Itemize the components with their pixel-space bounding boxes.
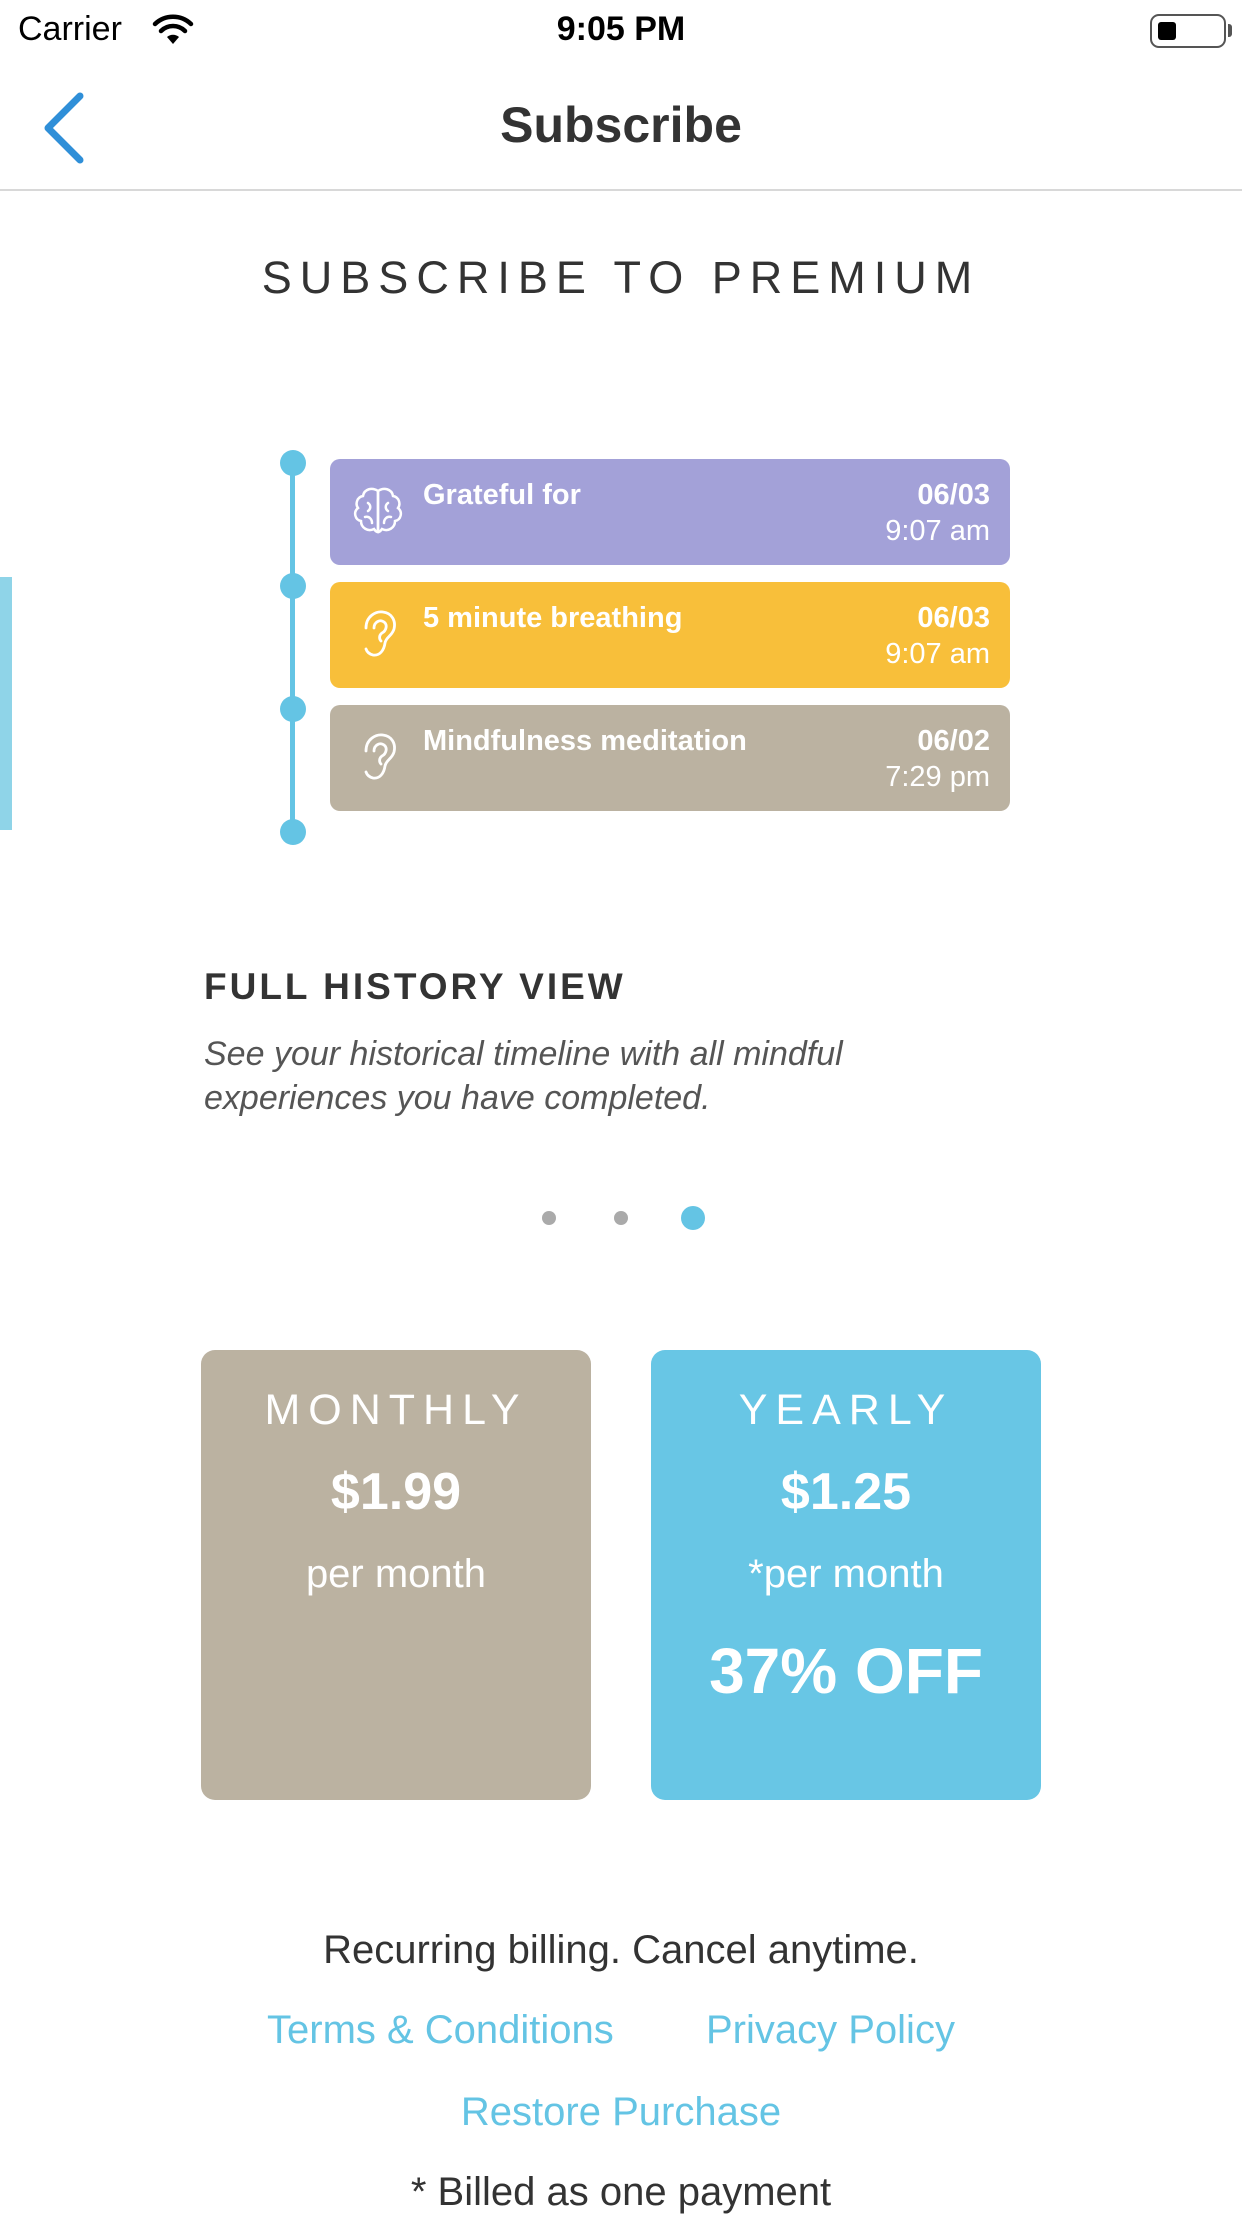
ear-icon: [364, 610, 396, 657]
battery-tip: [1228, 24, 1232, 37]
page-dot-2[interactable]: [614, 1211, 628, 1225]
plan-price: $1.99: [330, 1463, 462, 1521]
card-title: Grateful for: [423, 479, 581, 511]
carousel-side-strip: [0, 577, 12, 830]
timeline-line: [290, 462, 295, 832]
nav-divider: [0, 189, 1242, 191]
plan-name: MONTHLY: [264, 1386, 528, 1434]
timeline-dot: [280, 573, 306, 599]
card-time: 9:07 am: [885, 638, 990, 670]
timeline-card: Grateful for 06/03 9:07 am: [330, 459, 1010, 565]
card-time: 7:29 pm: [885, 761, 990, 793]
card-date: 06/03: [917, 479, 990, 511]
ear-icon: [364, 733, 396, 780]
page-headline: SUBSCRIBE TO PREMIUM: [261, 252, 981, 303]
timeline-card: Mindfulness meditation 06/02 7:29 pm: [330, 705, 1010, 811]
card-date: 06/02: [917, 725, 990, 757]
card-title: 5 minute breathing: [423, 602, 683, 634]
yearly-plan-button[interactable]: YEARLY $1.25 *per month 37% OFF: [651, 1350, 1041, 1800]
plan-name: YEARLY: [738, 1386, 954, 1434]
plan-discount-badge: 37% OFF: [709, 1635, 983, 1707]
battery-icon: [1150, 14, 1226, 48]
restore-purchase-link[interactable]: Restore Purchase: [0, 2090, 1242, 2135]
plan-price: $1.25: [780, 1463, 912, 1521]
plan-period: per month: [305, 1552, 487, 1596]
card-title: Mindfulness meditation: [423, 725, 747, 757]
status-time: 9:05 PM: [556, 10, 686, 48]
privacy-policy-link[interactable]: Privacy Policy: [706, 2008, 955, 2053]
timeline-dot: [280, 450, 306, 476]
page-dot-3[interactable]: [681, 1206, 705, 1230]
billed-note: * Billed as one payment: [410, 2170, 832, 2214]
feature-title: FULL HISTORY VIEW: [204, 966, 626, 1007]
timeline-dot: [280, 696, 306, 722]
card-date: 06/03: [917, 602, 990, 634]
timeline-dot: [280, 819, 306, 845]
feature-description: See your historical timeline with all mi…: [204, 1035, 843, 1117]
billing-notice: Recurring billing. Cancel anytime.: [323, 1928, 919, 1972]
nav-title: Subscribe: [500, 97, 742, 153]
brain-icon: [353, 487, 403, 534]
terms-link[interactable]: Terms & Conditions: [267, 2008, 614, 2053]
monthly-plan-button[interactable]: MONTHLY $1.99 per month: [201, 1350, 591, 1800]
page-dot-1[interactable]: [542, 1211, 556, 1225]
card-time: 9:07 am: [885, 515, 990, 547]
timeline-card: 5 minute breathing 06/03 9:07 am: [330, 582, 1010, 688]
plan-period: *per month: [748, 1552, 944, 1596]
